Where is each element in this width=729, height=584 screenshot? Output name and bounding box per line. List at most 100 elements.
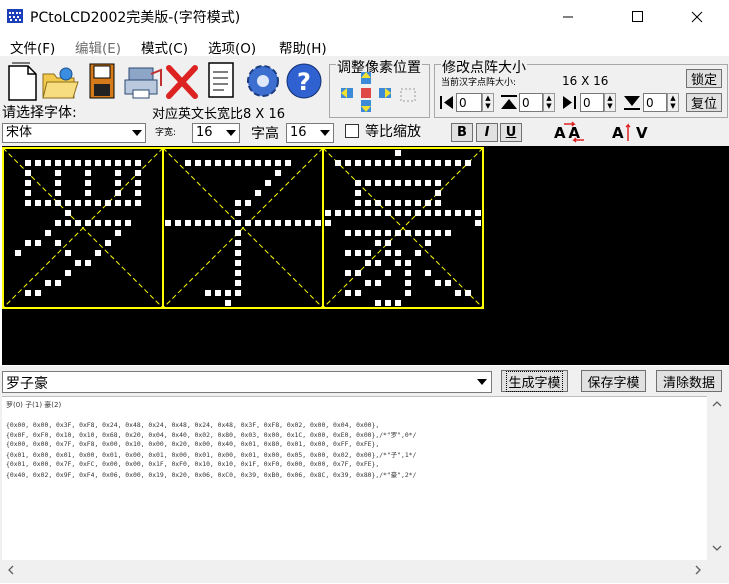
pixel-dot <box>65 160 71 166</box>
pixel-dot <box>355 290 361 296</box>
underline-button-label: U <box>505 125 517 140</box>
pixel-dot <box>405 270 411 276</box>
pixel-dot <box>225 290 231 296</box>
glyph-2[interactable] <box>322 147 484 309</box>
pixel-dot <box>425 210 431 216</box>
underline-button[interactable]: U <box>500 123 522 142</box>
pixel-dot <box>465 160 471 166</box>
settings-gear-icon[interactable] <box>243 60 279 102</box>
glyph-canvas[interactable] <box>2 146 729 365</box>
pixel-dot <box>55 190 61 196</box>
svg-text:?: ? <box>297 68 311 96</box>
new-file-icon[interactable] <box>4 60 38 102</box>
pixel-dot <box>205 290 211 296</box>
save-disk-icon[interactable] <box>86 60 120 102</box>
horizontal-scrollbar[interactable] <box>2 560 707 580</box>
menu-help[interactable]: 帮助(H) <box>279 37 327 57</box>
glyph-0[interactable] <box>2 147 164 309</box>
pixel-dot <box>385 160 391 166</box>
menu-file[interactable]: 文件(F) <box>10 37 55 57</box>
font-select[interactable]: 宋体 <box>2 123 146 143</box>
spin-right-input[interactable]: 0 <box>580 93 604 112</box>
pixel-dot <box>325 220 331 226</box>
help-icon[interactable]: ? <box>284 60 322 102</box>
italic-button-label: I <box>484 125 490 140</box>
bold-button[interactable]: B <box>451 123 473 142</box>
pixel-dot <box>405 290 411 296</box>
pixel-dot <box>215 220 221 226</box>
spin-bottom-arrows[interactable]: ▲ ▼ <box>667 93 679 112</box>
pixel-dot <box>235 260 241 266</box>
lock-button[interactable]: 锁定 <box>686 69 722 88</box>
chevron-down-icon <box>316 124 333 142</box>
spin-left-arrows[interactable]: ▲ ▼ <box>482 93 494 112</box>
menu-edit[interactable]: 编辑(E) <box>75 37 121 57</box>
pixel-dot <box>395 250 401 256</box>
spin-top-arrows[interactable]: ▲ ▼ <box>543 93 555 112</box>
maximize-button[interactable] <box>615 0 661 34</box>
svg-text:V: V <box>636 124 648 142</box>
save-matrix-button[interactable]: 保存字模 <box>581 370 646 392</box>
pixel-dot <box>415 180 421 186</box>
flip-vertical-icon[interactable]: A V <box>610 121 658 143</box>
english-ratio-value: 8 X 16 <box>243 107 285 122</box>
pixel-dot <box>35 200 41 206</box>
pixel-dot <box>415 250 421 256</box>
maximize-icon <box>632 11 643 22</box>
pixel-dot <box>375 180 381 186</box>
italic-button[interactable]: I <box>476 123 498 142</box>
pixel-dot <box>35 240 41 246</box>
flip-horizontal-icon[interactable]: A A <box>550 121 598 143</box>
pixel-dot <box>35 290 41 296</box>
pixel-dot <box>355 160 361 166</box>
pixel-dot <box>395 210 401 216</box>
pixel-dot <box>45 230 51 236</box>
pixel-dot <box>85 200 91 206</box>
pixel-dot <box>25 180 31 186</box>
reset-button[interactable]: 复位 <box>686 93 722 112</box>
pixel-dot <box>235 160 241 166</box>
output-line: {0x01, 0x00, 0x01, 0x00, 0x01, 0x00, 0x0… <box>6 451 417 459</box>
scale-checkbox[interactable] <box>345 124 359 138</box>
pixel-dot <box>115 230 121 236</box>
menu-mode[interactable]: 模式(C) <box>141 37 188 57</box>
pixel-dot <box>65 270 71 276</box>
pixel-dot <box>375 260 381 266</box>
pixel-dot <box>375 160 381 166</box>
pixel-dot <box>115 160 121 166</box>
pixel-dot <box>455 160 461 166</box>
minimize-button[interactable] <box>545 0 591 34</box>
pixel-dot <box>315 220 321 226</box>
pixel-dot <box>375 240 381 246</box>
output-textarea[interactable]: 罗(0) 子(1) 豪(2) {0x00, 0x00, 0x3F, 0xF8, … <box>2 396 707 561</box>
menu-options[interactable]: 选项(O) <box>208 37 256 57</box>
pixel-dot <box>75 220 81 226</box>
print-icon[interactable] <box>123 60 162 102</box>
spin-right-arrows[interactable]: ▲ ▼ <box>604 93 616 112</box>
pixel-dot <box>85 170 91 176</box>
pixel-dot <box>355 190 361 196</box>
pixel-dot <box>55 160 61 166</box>
spin-top-input[interactable]: 0 <box>519 93 543 112</box>
spin-bottom-input[interactable]: 0 <box>643 93 667 112</box>
clear-data-button[interactable]: 清除数据 <box>656 370 722 392</box>
generate-button[interactable]: 生成字模 <box>501 370 568 392</box>
pixel-dot <box>285 160 291 166</box>
glyph-1[interactable] <box>162 147 324 309</box>
spin-left-input[interactable]: 0 <box>456 93 482 112</box>
vertical-scrollbar[interactable] <box>707 396 727 560</box>
pixel-dot <box>245 220 251 226</box>
notes-icon[interactable] <box>206 60 240 102</box>
text-input[interactable]: 罗子豪 <box>2 371 492 393</box>
delete-x-icon[interactable] <box>165 60 199 102</box>
chevron-down-icon <box>222 124 239 142</box>
open-folder-icon[interactable] <box>40 60 79 102</box>
close-button[interactable] <box>674 0 720 34</box>
width-select[interactable]: 16 <box>192 123 240 143</box>
pixel-dot <box>135 170 141 176</box>
pixel-dot <box>105 160 111 166</box>
height-select[interactable]: 16 <box>286 123 334 143</box>
pixel-dot <box>375 280 381 286</box>
pixel-dot <box>305 220 311 226</box>
pixel-dot <box>385 270 391 276</box>
